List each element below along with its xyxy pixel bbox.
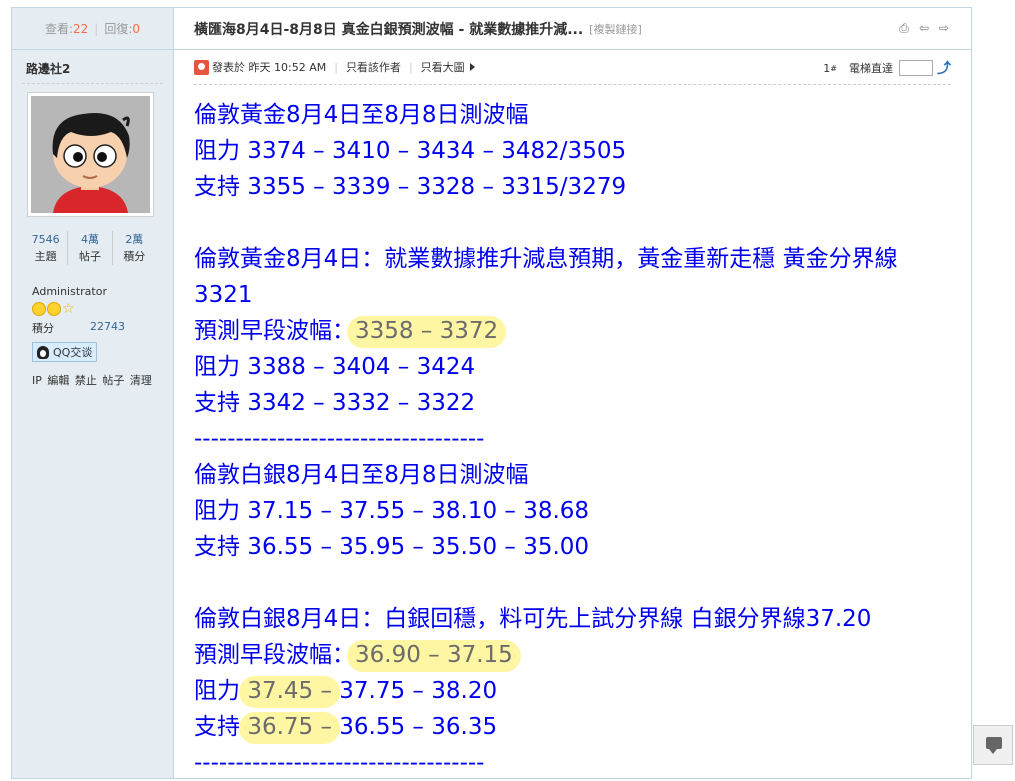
rank-stars: ☆ <box>32 302 173 316</box>
points-row: 積分 22743 <box>32 320 173 336</box>
post-frame: 查看: 22 | 回復: 0 路邊社2 7546 主題 4萬 帖子 2萬 積分 … <box>11 7 972 779</box>
floor-sup: # <box>830 63 837 73</box>
replies-count: 0 <box>132 21 141 36</box>
avatar[interactable] <box>27 92 154 217</box>
author-stats: 7546 主題 4萬 帖子 2萬 積分 <box>24 231 156 265</box>
sun-icon <box>47 302 61 316</box>
floor-number: 1 <box>823 61 831 75</box>
post-line: 倫敦白銀8月4日：白銀回穩，料可先上試分界線 白銀分界線37.20 <box>194 606 872 632</box>
print-icon[interactable]: ⎙ <box>897 21 911 35</box>
thread-title[interactable]: 橫匯海8月4日-8月8日 真金白銀預測波幅 - 就業數據推升減... <box>194 19 583 39</box>
qq-label: QQ交谈 <box>53 346 93 359</box>
elevator-label: 電梯直達 <box>849 62 893 75</box>
divider: ----------------------------------- <box>194 426 485 452</box>
qq-penguin-icon <box>37 345 49 359</box>
post-line: 阻力 37.15 – 37.55 – 38.10 – 38.68 <box>194 498 590 524</box>
author-only-link[interactable]: 只看該作者 <box>346 59 401 75</box>
online-status-icon <box>194 59 209 75</box>
post-line: 倫敦黃金8月4日：就業數據推升減息預期，黃金重新走穩 黃金分界線3321 <box>194 246 898 308</box>
post-content: 倫敦黃金8月4日至8月8日測波幅 阻力 3374 – 3410 – 3434 –… <box>194 97 954 781</box>
highlighted-range: 36.90 – 37.15 <box>355 642 513 668</box>
post-line: 倫敦白銀8月4日至8月8日測波幅 <box>194 462 529 488</box>
points-value: 22743 <box>90 320 125 333</box>
stat-points[interactable]: 2萬 積分 <box>111 231 156 265</box>
thread-header: 橫匯海8月4日-8月8日 真金白銀預測波幅 - 就業數據推升減... [複製鏈接… <box>174 8 971 50</box>
copy-link[interactable]: [複製鏈接] <box>589 21 642 37</box>
triangle-right-icon[interactable] <box>469 63 475 71</box>
post-line: 支持 36.55 – 35.95 – 35.50 – 35.00 <box>194 534 590 560</box>
stat-posts[interactable]: 4萬 帖子 <box>67 231 111 265</box>
chat-button[interactable] <box>973 725 1013 765</box>
post-line: 阻力 3374 – 3410 – 3434 – 3482/3505 <box>194 138 627 164</box>
views-label: 查看: <box>44 22 74 36</box>
post-line: 預測早段波幅：36.90 – 37.15 <box>194 642 513 668</box>
admin-links[interactable]: IP 編輯 禁止 帖子 清理 <box>32 372 173 388</box>
user-group[interactable]: Administrator <box>32 285 173 298</box>
chat-bubble-icon <box>986 737 1002 754</box>
next-thread-icon[interactable]: ⇨ <box>937 21 951 35</box>
points-label: 積分 <box>32 322 54 335</box>
post-line: 倫敦黃金8月4日至8月8日測波幅 <box>194 102 529 128</box>
views-count: 22 <box>73 21 89 36</box>
highlighted-value: 36.75 – <box>247 714 332 740</box>
post-line: 支持 3342 – 3332 – 3322 <box>194 390 476 416</box>
post-main: 橫匯海8月4日-8月8日 真金白銀預測波幅 - 就業數據推升減... [複製鏈接… <box>174 8 971 778</box>
sun-icon <box>32 302 46 316</box>
replies-label: 回復: <box>104 22 133 36</box>
highlighted-range: 3358 – 3372 <box>355 318 499 344</box>
qq-chat-button[interactable]: QQ交谈 <box>32 342 98 362</box>
thread-counters: 查看: 22 | 回復: 0 <box>12 8 173 50</box>
big-image-link[interactable]: 只看大圖 <box>421 59 465 75</box>
post-line: 預測早段波幅：3358 – 3372 <box>194 318 499 344</box>
post-line: 阻力 3388 – 3404 – 3424 <box>194 354 476 380</box>
stat-threads[interactable]: 7546 主題 <box>24 231 67 265</box>
post-line: 阻力 37.45 – 37.75 – 38.20 <box>194 678 498 704</box>
prev-thread-icon[interactable]: ⇦ <box>917 21 931 35</box>
elevator-go-icon[interactable]: ⤴ <box>937 58 951 78</box>
post-time: 發表於 昨天 10:52 AM <box>212 61 327 74</box>
post-meta: 發表於 昨天 10:52 AM | 只看該作者 | 只看大圖 1 # 電梯直達 ⤴ <box>194 50 951 85</box>
star-icon: ☆ <box>62 301 75 317</box>
avatar-image <box>31 96 150 213</box>
post-line: 支持 3355 – 3339 – 3328 – 3315/3279 <box>194 174 627 200</box>
post-line: 支持 36.75 – 36.55 – 36.35 <box>194 714 498 740</box>
author-sidebar: 查看: 22 | 回復: 0 路邊社2 7546 主題 4萬 帖子 2萬 積分 … <box>12 8 174 778</box>
elevator-input[interactable] <box>899 60 933 76</box>
divider: ----------------------------------- <box>194 750 485 776</box>
highlighted-value: 37.45 – <box>247 678 332 704</box>
author-name[interactable]: 路邊社2 <box>12 50 173 83</box>
